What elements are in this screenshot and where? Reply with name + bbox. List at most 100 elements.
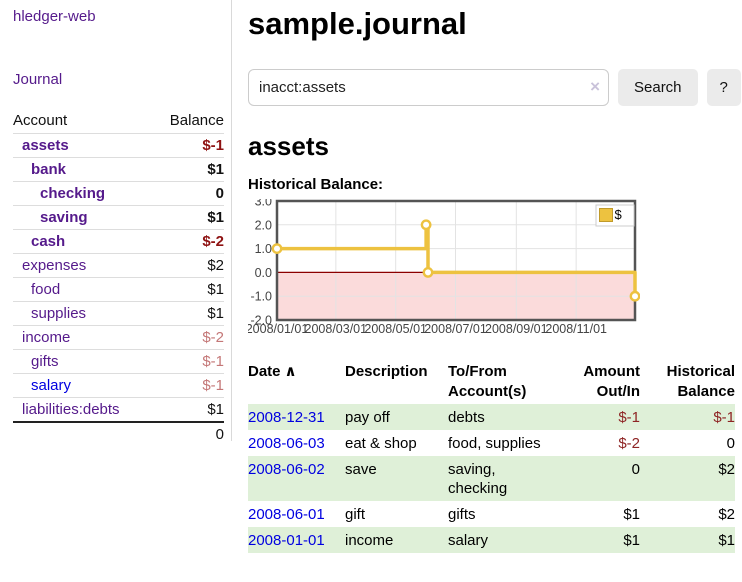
search-input-wrap: × bbox=[248, 69, 609, 106]
date-column-header[interactable]: Date∧ bbox=[248, 360, 345, 404]
transaction-amount: 0 bbox=[560, 456, 640, 501]
help-button[interactable]: ? bbox=[707, 69, 741, 106]
account-name-cell: cash bbox=[13, 230, 153, 254]
svg-text:2008/11/01: 2008/11/01 bbox=[545, 322, 607, 336]
historical-balance-chart: $3.02.01.00.0-1.0-2.02008/01/012008/03/0… bbox=[248, 199, 640, 339]
svg-text:2008/07/01: 2008/07/01 bbox=[424, 322, 487, 336]
account-balance: $1 bbox=[153, 302, 224, 326]
register-body: 2008-12-31pay offdebts$-1$-12008-06-03ea… bbox=[248, 404, 735, 553]
sort-ascending-icon: ∧ bbox=[285, 363, 297, 380]
transaction-row: 2008-06-02savesaving, checking0$2 bbox=[248, 456, 735, 501]
account-link[interactable]: gifts bbox=[31, 353, 59, 370]
transaction-balance: $2 bbox=[640, 501, 735, 527]
svg-text:0.0: 0.0 bbox=[255, 266, 272, 280]
search-form: × Search ? bbox=[248, 69, 736, 106]
transaction-date-link[interactable]: 2008-01-01 bbox=[248, 532, 325, 549]
register-header-row: Date∧ Description To/From Account(s) Amo… bbox=[248, 360, 735, 404]
transaction-balance: $2 bbox=[640, 456, 735, 501]
account-link[interactable]: liabilities:debts bbox=[22, 401, 120, 418]
account-name-cell: supplies bbox=[13, 302, 153, 326]
account-link[interactable]: assets bbox=[22, 137, 69, 154]
account-balance: $2 bbox=[153, 254, 224, 278]
clear-search-icon[interactable]: × bbox=[590, 77, 600, 97]
svg-text:2008/09/01: 2008/09/01 bbox=[485, 322, 548, 336]
transaction-balance: $1 bbox=[640, 527, 735, 553]
transaction-balance: 0 bbox=[640, 430, 735, 456]
transaction-accounts: debts bbox=[448, 404, 560, 430]
sidebar-account-row: bank $1 bbox=[13, 158, 224, 182]
transaction-date-link[interactable]: 2008-12-31 bbox=[248, 409, 325, 426]
chart-label: Historical Balance: bbox=[248, 176, 736, 193]
account-balance: $1 bbox=[153, 278, 224, 302]
svg-text:2008/03/01: 2008/03/01 bbox=[305, 322, 368, 336]
sidebar-account-row: supplies $1 bbox=[13, 302, 224, 326]
account-name-cell: bank bbox=[13, 158, 153, 182]
transaction-accounts: food, supplies bbox=[448, 430, 560, 456]
sidebar-accounts-table: Account Balance assets $-1 bank $1 checking 0… bbox=[13, 109, 224, 446]
sidebar-account-row: checking 0 bbox=[13, 182, 224, 206]
account-link[interactable]: food bbox=[31, 281, 60, 298]
search-input[interactable] bbox=[248, 69, 609, 106]
account-name-cell: gifts bbox=[13, 350, 153, 374]
register-table: Date∧ Description To/From Account(s) Amo… bbox=[248, 360, 735, 553]
transaction-amount: $1 bbox=[560, 527, 640, 553]
accounts-column-header: Account bbox=[13, 109, 153, 134]
transaction-balance: $-1 bbox=[640, 404, 735, 430]
transaction-amount: $-2 bbox=[560, 430, 640, 456]
account-link[interactable]: saving bbox=[40, 209, 88, 226]
account-balance: $-1 bbox=[153, 374, 224, 398]
amount-column-header: Amount Out/In bbox=[560, 360, 640, 404]
account-name-cell: saving bbox=[13, 206, 153, 230]
transaction-date-cell: 2008-06-01 bbox=[248, 501, 345, 527]
account-balance: $-2 bbox=[153, 326, 224, 350]
sidebar-accounts-body: assets$-1bank$1checking0saving$1cash$-2e… bbox=[13, 134, 224, 423]
transaction-row: 2008-12-31pay offdebts$-1$-1 bbox=[248, 404, 735, 430]
transaction-date-link[interactable]: 2008-06-03 bbox=[248, 435, 325, 452]
transaction-date-cell: 2008-06-03 bbox=[248, 430, 345, 456]
transaction-description: eat & shop bbox=[345, 430, 448, 456]
sidebar-account-row: cash$-2 bbox=[13, 230, 224, 254]
sidebar-account-row: liabilities:debts$1 bbox=[13, 398, 224, 423]
account-name-cell: income bbox=[13, 326, 153, 350]
transaction-date-cell: 2008-01-01 bbox=[248, 527, 345, 553]
transaction-date-link[interactable]: 2008-06-02 bbox=[248, 461, 325, 478]
account-name-cell: food bbox=[13, 278, 153, 302]
account-link[interactable]: income bbox=[22, 329, 70, 346]
sidebar-account-row: gifts $-1 bbox=[13, 350, 224, 374]
transaction-accounts: salary bbox=[448, 527, 560, 553]
account-link[interactable]: supplies bbox=[31, 305, 86, 322]
sidebar: hledger-web Journal Account Balance asse… bbox=[0, 0, 232, 441]
transaction-description: pay off bbox=[345, 404, 448, 430]
svg-text:1.0: 1.0 bbox=[255, 242, 272, 256]
svg-text:2.0: 2.0 bbox=[255, 218, 272, 232]
account-name-cell: assets bbox=[13, 134, 153, 158]
transaction-description: gift bbox=[345, 501, 448, 527]
sidebar-item-journal[interactable]: Journal bbox=[13, 71, 231, 88]
account-name-cell: expenses bbox=[13, 254, 153, 278]
account-balance: $-1 bbox=[153, 350, 224, 374]
app-title-link[interactable]: hledger-web bbox=[13, 8, 231, 25]
historical-balance-column-header: Historical Balance bbox=[640, 360, 735, 404]
transaction-row: 2008-01-01incomesalary$1$1 bbox=[248, 527, 735, 553]
svg-text:3.0: 3.0 bbox=[255, 199, 272, 209]
balance-column-header: Balance bbox=[153, 109, 224, 134]
account-heading: assets bbox=[248, 131, 736, 162]
account-link[interactable]: cash bbox=[31, 233, 65, 250]
search-button[interactable]: Search bbox=[618, 69, 698, 106]
account-balance: $1 bbox=[153, 158, 224, 182]
description-column-header: Description bbox=[345, 360, 448, 404]
sidebar-account-row: saving$1 bbox=[13, 206, 224, 230]
sidebar-account-row: salary $-1 bbox=[13, 374, 224, 398]
account-balance: 0 bbox=[153, 182, 224, 206]
page-title: sample.journal bbox=[248, 6, 736, 42]
account-link[interactable]: expenses bbox=[22, 257, 86, 274]
sidebar-account-row: income $-2 bbox=[13, 326, 224, 350]
account-name-cell: liabilities:debts bbox=[13, 398, 153, 423]
transaction-date-link[interactable]: 2008-06-01 bbox=[248, 506, 325, 523]
account-link[interactable]: bank bbox=[31, 161, 66, 178]
sidebar-account-row: food $1 bbox=[13, 278, 224, 302]
account-link[interactable]: checking bbox=[40, 185, 105, 202]
account-link[interactable]: salary bbox=[31, 377, 71, 394]
svg-text:2008/05/01: 2008/05/01 bbox=[364, 322, 427, 336]
transaction-date-cell: 2008-12-31 bbox=[248, 404, 345, 430]
